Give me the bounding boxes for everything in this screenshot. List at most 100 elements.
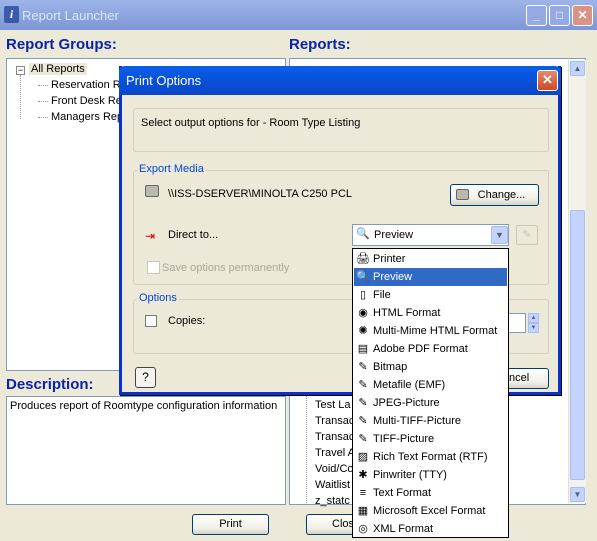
output-option-label: TIFF-Picture	[373, 433, 435, 445]
tree-connector	[38, 101, 48, 102]
tree-connector	[38, 117, 48, 118]
pdf-icon: ▤	[357, 343, 369, 355]
help-button[interactable]: ?	[135, 367, 156, 388]
output-option-label: Pinwriter (TTY)	[373, 469, 447, 481]
multi-tiff-icon: ✎	[358, 415, 368, 427]
scroll-thumb[interactable]	[570, 210, 585, 480]
output-option[interactable]: ✎ TIFF-Picture	[354, 430, 507, 448]
jpeg-icon: ✎	[358, 397, 368, 409]
cancel-button[interactable]: ncel	[508, 368, 549, 389]
output-option[interactable]: ✎ JPEG-Picture	[354, 394, 507, 412]
output-option-label: HTML Format	[373, 307, 441, 319]
report-item[interactable]: Transac	[315, 431, 354, 443]
output-option-label: Preview	[373, 271, 413, 283]
tree-connector	[306, 391, 308, 503]
export-media-title: Export Media	[137, 163, 206, 175]
copies-icon	[145, 315, 157, 327]
output-option-label: Metafile (EMF)	[373, 379, 446, 391]
tree-item-managers[interactable]: Managers Rep	[51, 111, 123, 123]
report-item[interactable]: Transac	[315, 415, 354, 427]
output-option[interactable]: ✎ Multi-TIFF-Picture	[354, 412, 507, 430]
output-option[interactable]: ▨ Rich Text Format (RTF)	[354, 448, 507, 466]
change-button-label: Change...	[477, 189, 526, 201]
minimize-icon: _	[533, 8, 540, 22]
reports-heading: Reports:	[289, 36, 351, 53]
output-option-label: Multi-TIFF-Picture	[373, 415, 461, 427]
output-option[interactable]: ▯ File	[354, 286, 507, 304]
output-option-label: Multi-Mime HTML Format	[373, 325, 498, 337]
collapse-toggle[interactable]: −	[16, 66, 25, 75]
preview-icon: 🔍	[356, 271, 370, 283]
magnifier-icon: 🔍	[356, 228, 370, 240]
output-option-label: Printer	[373, 253, 406, 265]
file-icon: ▯	[359, 289, 367, 301]
printer-icon: 🖨	[356, 253, 370, 265]
close-window-button[interactable]: ✕	[572, 5, 593, 26]
stepper-up-icon[interactable]: ▲	[528, 313, 539, 323]
minimize-button[interactable]: _	[526, 5, 547, 26]
save-options-label: Save options permanently	[162, 262, 290, 274]
output-option[interactable]: ◉ HTML Format	[354, 304, 507, 322]
printer-icon	[145, 185, 159, 197]
tiff-icon: ✎	[358, 433, 368, 445]
tree-connector	[38, 85, 48, 86]
close-button[interactable]: Clos	[306, 514, 354, 535]
report-item[interactable]: Waitlist	[315, 479, 350, 491]
output-select[interactable]: 🔍 Preview ▼	[352, 224, 509, 246]
output-option-label: JPEG-Picture	[373, 397, 440, 409]
dialog-close-button[interactable]: ✕	[537, 70, 558, 91]
tree-item-front-desk[interactable]: Front Desk Re	[51, 95, 122, 107]
copies-input[interactable]	[509, 313, 526, 333]
window-title: Report Launcher	[22, 8, 119, 23]
output-option-label: Rich Text Format (RTF)	[373, 451, 488, 463]
tree-item-reservation[interactable]: Reservation R	[51, 79, 121, 91]
save-options-checkbox[interactable]	[147, 261, 160, 274]
report-item[interactable]: Travel A	[315, 447, 355, 459]
metafile-icon: ✎	[358, 379, 368, 391]
text-icon: ≡	[359, 487, 367, 499]
scroll-up-arrow-icon[interactable]: ▲	[570, 61, 585, 76]
options-title: Options	[137, 292, 179, 304]
output-option[interactable]: ≡ Text Format	[354, 484, 507, 502]
tree-item-all-reports[interactable]: All Reports	[29, 63, 87, 75]
output-option[interactable]: ▤ Adobe PDF Format	[354, 340, 507, 358]
output-option[interactable]: ▦ Microsoft Excel Format	[354, 502, 507, 520]
output-option[interactable]: ✎ Bitmap	[354, 358, 507, 376]
report-item[interactable]: z_statc	[315, 495, 350, 507]
change-printer-button[interactable]: Change...	[450, 184, 539, 206]
mime-icon: ✺	[358, 325, 368, 337]
help-icon: ?	[142, 370, 149, 384]
reports-scrollbar[interactable]: ▲ ▼	[568, 60, 586, 503]
description-heading: Description:	[6, 376, 94, 393]
rtf-icon: ▨	[357, 451, 369, 463]
output-option[interactable]: ✺ Multi-Mime HTML Format	[354, 322, 507, 340]
description-box: Produces report of Roomtype configuratio…	[6, 396, 286, 505]
output-option-label: Microsoft Excel Format	[373, 505, 486, 517]
print-button[interactable]: Print	[192, 514, 269, 535]
report-item[interactable]: Test La	[315, 399, 350, 411]
output-option-label: File	[373, 289, 391, 301]
app-info-icon: i	[4, 6, 19, 23]
output-option[interactable]: ✱ Pinwriter (TTY)	[354, 466, 507, 484]
copies-stepper[interactable]: ▲ ▼	[528, 313, 539, 333]
output-option[interactable]: 🖨 Printer	[354, 250, 507, 268]
excel-icon: ▦	[357, 505, 369, 517]
printer-name: \\ISS-DSERVER\MINOLTA C250 PCL	[168, 188, 353, 200]
maximize-button[interactable]: □	[549, 5, 570, 26]
printer-icon	[456, 189, 469, 200]
output-option-label: Adobe PDF Format	[373, 343, 468, 355]
output-option[interactable]: ✎ Metafile (EMF)	[354, 376, 507, 394]
output-dropdown-list[interactable]: 🖨 Printer 🔍 Preview ▯ File ◉ HTML Format ✺ Multi-…	[352, 248, 509, 538]
tree-connector	[20, 75, 22, 119]
output-option[interactable]: ◎ XML Format	[354, 520, 507, 538]
chevron-down-icon[interactable]: ▼	[491, 226, 508, 244]
pinwriter-icon: ✱	[358, 469, 368, 481]
scroll-down-arrow-icon[interactable]: ▼	[570, 487, 585, 502]
output-option[interactable]: 🔍 Preview	[354, 268, 507, 286]
stepper-down-icon[interactable]: ▼	[528, 323, 539, 333]
xml-icon: ◎	[358, 523, 368, 535]
edit-settings-icon[interactable]: ✎	[516, 225, 538, 245]
report-item[interactable]: Void/Co	[315, 463, 354, 475]
output-option-label: XML Format	[373, 523, 434, 535]
bitmap-icon: ✎	[358, 361, 368, 373]
